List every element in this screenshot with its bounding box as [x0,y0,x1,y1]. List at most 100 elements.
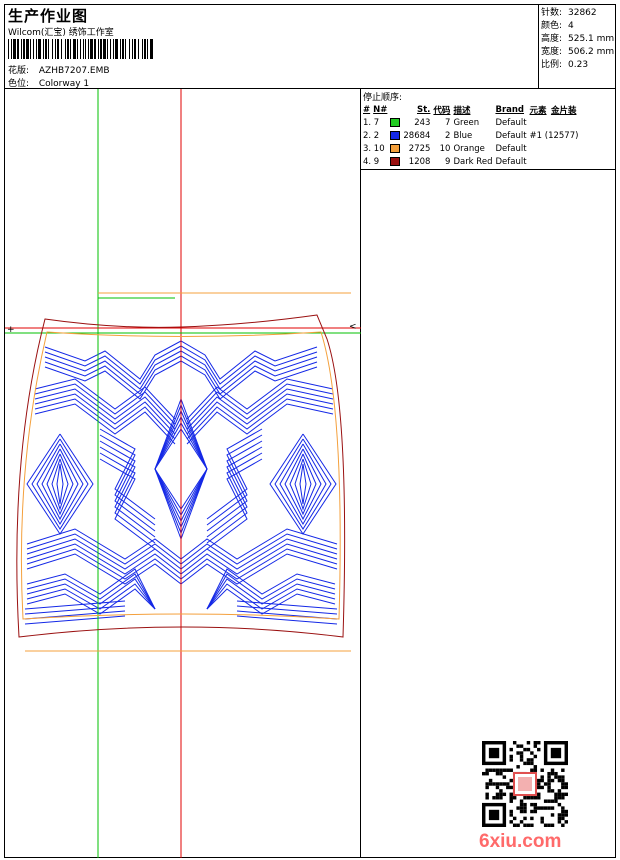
spec-value: 506.2 mm [568,47,615,57]
qr-module [492,768,496,772]
qr-module [506,768,510,772]
row-index: 1. 7 [363,117,380,128]
stitch-line [56,463,64,505]
qr-finder [488,809,500,821]
stitch-line [99,446,156,538]
barcode-bar [21,39,22,59]
qr-module [509,768,513,772]
barcode-bar [134,39,136,59]
stitch-line [24,605,126,615]
qr-module [530,809,534,814]
barcode-bar [103,39,106,59]
row-stitches: 243 [414,117,431,128]
qr-module [519,820,524,824]
barcode-bar [150,39,153,59]
stitch-line [206,588,336,615]
qr-module [540,816,544,821]
barcode-bar [147,39,148,59]
barcode-bar [144,39,146,59]
row-code: 7 [445,117,451,128]
qr-module [540,806,544,810]
table-header: # N# St. 代码 描述 Brand 元素 金片装 [363,103,581,116]
stitch-line [206,428,263,520]
worksheet-frame: 生产作业图 Wilcom(汇宝) 绣饰工作室 花版: AZHB7207.EMB … [4,4,616,858]
colorway-line: 色位: Colorway 1 [8,76,89,89]
col-stitches: St. [417,104,431,115]
row-stitches: 28684 [403,130,431,141]
qr-module [519,799,524,803]
barcode-bar [52,39,53,59]
row-element [530,116,582,129]
qr-module [530,796,534,800]
row-brand: Default [495,156,527,167]
stitch-line [46,453,74,516]
stitch-line [31,438,89,530]
qr-module [495,771,500,776]
qr-module [512,816,517,821]
qr-module [540,778,544,783]
row-desc: Orange [453,143,485,154]
color-swatch [390,117,401,127]
qr-module [533,768,538,772]
barcode-bar [77,39,78,59]
barcode-bar [90,39,93,59]
qr-module [519,758,524,762]
qr-module [502,775,507,779]
barcode-bar [65,39,66,59]
qr-logo-seal [518,777,532,791]
col-swatch [390,103,403,116]
page-title: 生产作业图 [8,7,89,25]
spec-value: 4 [568,21,574,31]
qr-module [533,754,538,759]
qr-module [561,782,565,786]
qr-module [530,816,534,821]
stitch-line [34,398,176,440]
stitch-line [206,440,263,532]
stitch-line [26,548,338,580]
barcode-bar [38,39,41,59]
qr-module [516,765,520,769]
qr-module [564,782,568,786]
stitch-line [289,453,317,516]
qr-module [519,744,524,748]
qr-module [537,782,541,786]
qr-module [516,751,520,755]
stitch-line [24,600,126,610]
qr-module [488,778,493,783]
qr-module [533,765,538,769]
qr-module [499,796,503,800]
barcode-bar [17,39,19,59]
row-code: 2 [445,130,451,141]
stitch-line [299,463,307,505]
qr-module [495,785,500,790]
qr-module [557,813,562,817]
barcode-bar [125,39,126,59]
qr-module [519,809,524,814]
barcode-bar [142,39,143,59]
qr-module [554,771,558,776]
qr-module [547,799,551,803]
row-swatch [390,155,403,168]
qr-module [533,744,538,748]
table-row: 3. 10 2725 10 Orange Default [363,142,581,155]
spec-value: 525.1 mm [568,34,615,44]
stitch-line [34,393,176,435]
qr-module [530,761,534,766]
qr-module [523,747,527,752]
row-stitches: 1208 [408,156,431,167]
color-swatch [390,156,401,166]
qr-module [485,796,489,800]
stitch-line [26,583,156,610]
col-code: 代码 [433,105,451,116]
qr-module [550,768,555,772]
spec-label: 针数: [541,8,563,18]
barcode-bar [122,39,124,59]
qr-module [509,799,513,803]
stitch-line [99,440,156,532]
qr-module [543,782,548,786]
qr-module [564,785,568,790]
qr-module [506,785,510,790]
pattern-label: 花版: [8,66,30,76]
qr-module [547,782,551,786]
qr-module [492,782,496,786]
